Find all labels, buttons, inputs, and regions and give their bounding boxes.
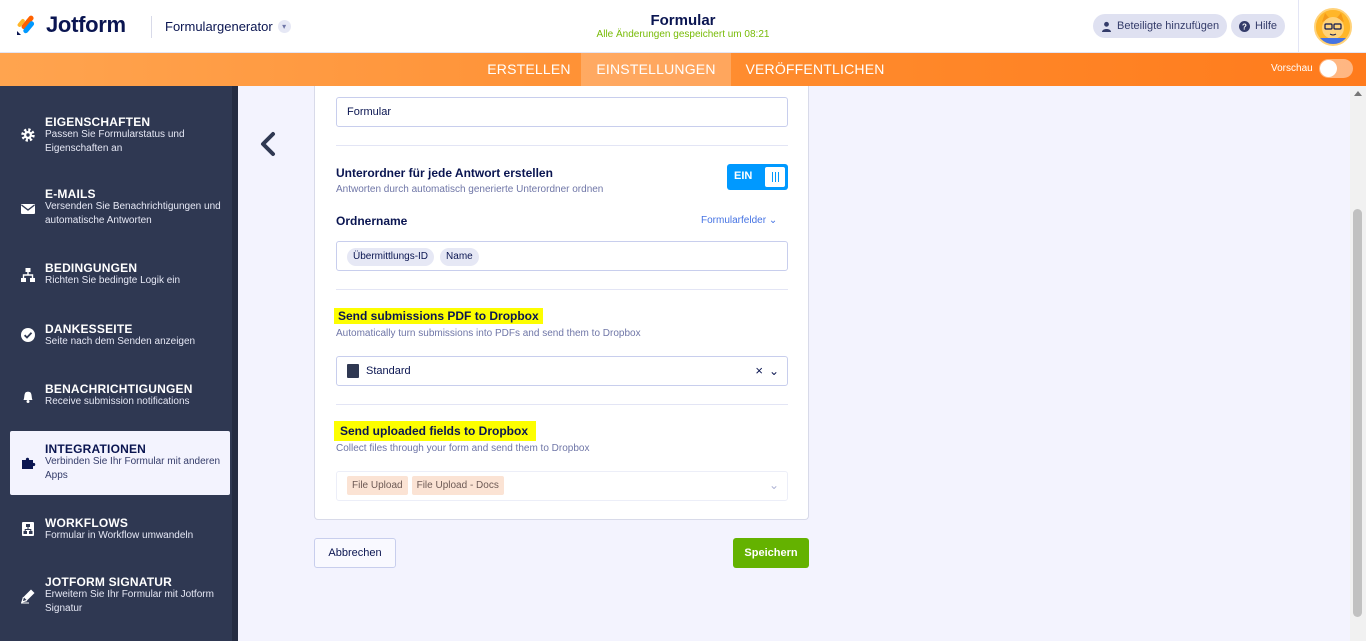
avatar[interactable]	[1314, 8, 1352, 46]
sidebar-item-desc: Versenden Sie Benachrichtigungen und aut…	[45, 201, 221, 226]
sidebar-item-title: INTEGRATIONEN	[45, 442, 147, 456]
dropbox-folder-input[interactable]: Formular	[336, 97, 788, 127]
field-tag-submission-id[interactable]: Übermittlungs-ID	[347, 248, 435, 266]
settings-nav-bar: ERSTELLEN EINSTELLUNGEN VERÖFFENTLICHEN …	[0, 53, 1366, 86]
jotform-logo[interactable]: Jotform	[14, 12, 126, 38]
cancel-button[interactable]: Abbrechen	[314, 538, 396, 568]
dropbox-settings-card: Formular Unterordner für jede Antwort er…	[314, 86, 809, 520]
pdf-template-value: Standard	[366, 365, 411, 377]
save-button[interactable]: Speichern	[733, 538, 809, 568]
scrollbar-thumb[interactable]	[1353, 209, 1362, 617]
sidebar-item-desc: Verbinden Sie Ihr Formular mit anderen A…	[45, 456, 221, 481]
sidebar-item-integrations[interactable]: INTEGRATIONEN Verbinden Sie Ihr Formular…	[10, 431, 230, 495]
upload-field-tag[interactable]: File Upload	[347, 476, 408, 495]
pdf-section-desc: Automatically turn submissions into PDFs…	[336, 328, 641, 339]
bell-icon	[23, 391, 33, 403]
top-header: Jotform Formulargenerator ▾ Formular All…	[0, 0, 1366, 53]
sidebar-item-notifications[interactable]: BENACHRICHTIGUNGEN Receive submission no…	[10, 368, 230, 424]
gear-icon	[21, 128, 35, 142]
preview-toggle-knob	[1320, 60, 1337, 77]
preview-label: Vorschau	[1271, 63, 1313, 74]
header-separator	[1298, 0, 1299, 53]
chevron-down-icon[interactable]: ⌄	[769, 357, 779, 385]
folder-name-label: Ordnername	[336, 214, 408, 228]
help-label: Hilfe	[1255, 20, 1278, 32]
upload-section-label: Send uploaded fields to Dropbox	[334, 421, 537, 441]
logo-text: Jotform	[46, 12, 126, 37]
section-divider	[336, 145, 788, 146]
subfolder-desc: Antworten durch automatisch generierte U…	[336, 184, 604, 195]
chevron-down-icon: ⌄	[768, 215, 778, 226]
section-divider	[336, 289, 788, 290]
back-arrow-icon[interactable]	[258, 130, 278, 160]
pdf-template-select[interactable]: Standard × ⌄	[336, 349, 788, 386]
chevron-down-icon: ▾	[277, 20, 291, 33]
sidebar-item-conditions[interactable]: BEDINGUNGEN Richten Sie bedingte Logik e…	[10, 246, 230, 302]
sidebar-item-title: WORKFLOWS	[45, 516, 129, 530]
upload-section-desc: Collect files through your form and send…	[336, 443, 590, 454]
sidebar-item-signature[interactable]: JOTFORM SIGNATUR Erweitern Sie Ihr Formu…	[10, 560, 230, 622]
subfolder-label: Unterordner für jede Antwort erstellen	[336, 166, 553, 180]
folder-name-input[interactable]: Übermittlungs-ID Name	[336, 241, 788, 271]
sidebar-item-desc: Formular in Workflow umwandeln	[45, 530, 194, 541]
sidebar-item-title: EIGENSCHAFTEN	[45, 115, 151, 129]
header-divider	[151, 16, 152, 38]
form-fields-label: Formularfelder	[701, 215, 767, 226]
svg-text:?: ?	[1242, 22, 1247, 31]
sitemap-icon	[21, 268, 35, 282]
scroll-up-arrow-icon[interactable]	[1354, 91, 1362, 96]
help-button[interactable]: ? Hilfe	[1231, 14, 1286, 38]
puzzle-icon	[22, 457, 36, 469]
sidebar-item-desc: Seite nach dem Senden anzeigen	[45, 336, 196, 347]
sidebar-item-title: DANKESSEITE	[45, 322, 133, 336]
sidebar-item-thankyou[interactable]: DANKESSEITE Seite nach dem Senden anzeig…	[10, 308, 230, 364]
question-icon: ?	[1239, 20, 1250, 32]
clear-icon[interactable]: ×	[755, 357, 763, 385]
form-fields-dropdown[interactable]: Formularfelder ⌄	[701, 215, 777, 226]
signature-pen-icon	[21, 589, 35, 604]
tab-settings[interactable]: EINSTELLUNGEN	[581, 53, 731, 86]
toggle-on-label: EIN	[734, 170, 753, 182]
sidebar-item-title: E-MAILS	[45, 187, 96, 201]
page-scrollbar[interactable]	[1350, 86, 1366, 641]
cat-avatar-icon	[1316, 10, 1350, 44]
field-tag-name[interactable]: Name	[440, 248, 479, 266]
sidebar-item-title: BENACHRICHTIGUNGEN	[45, 382, 193, 396]
workflow-icon	[22, 522, 34, 536]
preview-toggle[interactable]	[1319, 59, 1353, 78]
user-icon	[1102, 21, 1111, 32]
add-participants-label: Beteiligte hinzufügen	[1117, 20, 1220, 32]
toggle-knob	[765, 167, 785, 187]
sidebar-item-title: BEDINGUNGEN	[45, 261, 138, 275]
form-title[interactable]: Formular	[583, 12, 783, 29]
subfolder-toggle[interactable]: EIN	[727, 164, 788, 190]
builder-switcher[interactable]: Formulargenerator ▾	[165, 19, 291, 34]
save-status: Alle Änderungen gespeichert um 08:21	[596, 29, 770, 40]
sidebar-item-desc: Richten Sie bedingte Logik ein	[45, 275, 181, 286]
sidebar-item-desc: Passen Sie Formularstatus und Eigenschaf…	[45, 129, 185, 154]
section-divider	[336, 404, 788, 405]
check-circle-icon	[21, 328, 35, 342]
pdf-section-label: Send submissions PDF to Dropbox	[334, 308, 543, 324]
sidebar-item-emails[interactable]: E-MAILS Versenden Sie Benachrichtigungen…	[10, 172, 230, 238]
chevron-down-icon[interactable]: ⌄	[769, 476, 779, 494]
sidebar-item-title: JOTFORM SIGNATUR	[45, 575, 172, 589]
upload-field-tag[interactable]: File Upload - Docs	[411, 476, 504, 495]
sidebar-item-properties[interactable]: EIGENSCHAFTEN Passen Sie Formularstatus …	[10, 98, 230, 168]
tab-create[interactable]: ERSTELLEN	[474, 53, 584, 86]
add-participants-button[interactable]: Beteiligte hinzufügen	[1093, 14, 1228, 38]
pdf-file-icon	[347, 349, 359, 379]
sidebar-item-desc: Receive submission notifications	[45, 396, 190, 407]
jotform-logo-icon	[17, 15, 35, 35]
tab-publish[interactable]: VERÖFFENTLICHEN	[740, 53, 890, 86]
envelope-icon	[21, 204, 35, 214]
builder-label: Formulargenerator	[165, 19, 273, 34]
sidebar-item-workflows[interactable]: WORKFLOWS Formular in Workflow umwandeln	[10, 502, 230, 558]
sidebar-scrollbar[interactable]	[232, 86, 238, 641]
upload-fields-select[interactable]: File Upload File Upload - Docs ⌄	[336, 471, 788, 501]
sidebar-item-desc: Erweitern Sie Ihr Formular mit Jotform S…	[45, 589, 214, 614]
